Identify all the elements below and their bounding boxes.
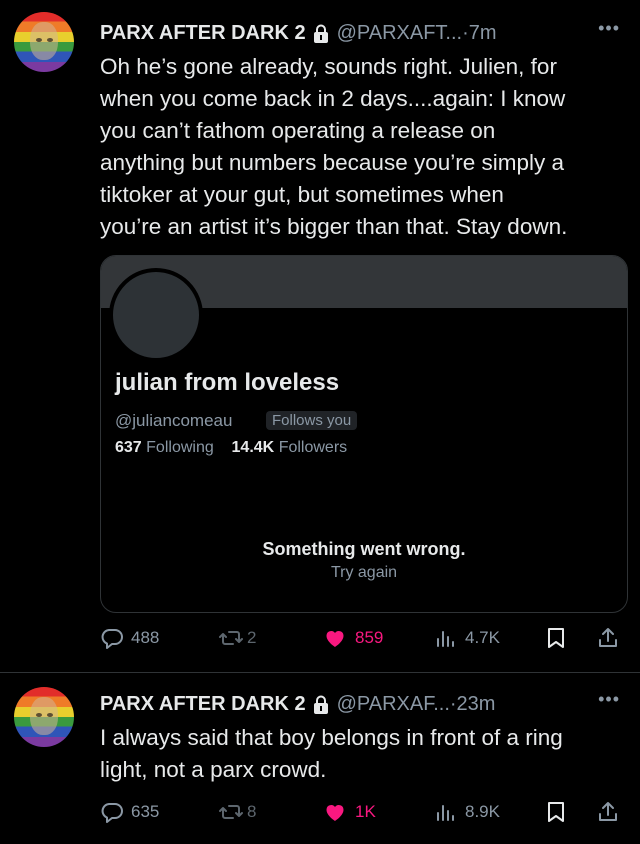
tweet-header: PARX AFTER DARK 2 @PARXAF... · 23m •••: [100, 689, 620, 719]
followers-label[interactable]: Followers: [279, 439, 347, 456]
timestamp[interactable]: 7m: [469, 22, 497, 45]
lock-icon: [313, 24, 329, 43]
author-handle[interactable]: @PARXAFT...: [337, 22, 463, 45]
repost-button[interactable]: 8: [218, 797, 256, 827]
author-name[interactable]: PARX AFTER DARK 2: [100, 22, 306, 45]
share-icon: [596, 626, 620, 650]
reply-icon: [100, 626, 124, 650]
heart-icon: [322, 626, 348, 650]
views-icon: [434, 626, 458, 650]
like-button[interactable]: 1K: [322, 797, 376, 827]
repost-count: 8: [247, 802, 257, 821]
more-icon[interactable]: •••: [598, 689, 620, 710]
share-button[interactable]: [596, 623, 620, 653]
views-button[interactable]: 4.7K: [434, 623, 500, 653]
reply-count: 488: [131, 628, 160, 647]
separator-dot: ·: [462, 21, 469, 44]
try-again-button[interactable]: Try again: [101, 564, 627, 582]
separator-dot: ·: [449, 692, 457, 715]
like-button[interactable]: 859: [322, 623, 383, 653]
repost-count: 2: [247, 628, 257, 647]
share-button[interactable]: [596, 797, 620, 827]
author-handle[interactable]: @PARXAF...: [337, 693, 450, 716]
like-count: 1K: [355, 802, 376, 821]
bookmark-icon: [546, 800, 566, 824]
profile-handle[interactable]: @juliancomeau: [115, 411, 232, 431]
author-name[interactable]: PARX AFTER DARK 2: [100, 693, 306, 716]
more-icon[interactable]: •••: [598, 18, 620, 39]
tweet[interactable]: PARX AFTER DARK 2 @PARXAF... · 23m ••• I…: [0, 673, 640, 844]
profile-name[interactable]: julian from loveless: [115, 369, 339, 397]
error-message: Something went wrong.: [262, 539, 466, 559]
follows-you-badge: Follows you: [266, 411, 358, 430]
following-label[interactable]: Following: [146, 439, 214, 456]
avatar[interactable]: [14, 687, 74, 747]
tweet-text: I always said that boy belongs in front …: [100, 725, 563, 782]
views-icon: [434, 800, 458, 824]
repost-icon: [218, 626, 244, 650]
views-count: 4.7K: [465, 628, 500, 647]
views-button[interactable]: 8.9K: [434, 797, 500, 827]
heart-icon: [322, 800, 348, 824]
action-bar: 488 2 859 4.7K: [100, 623, 620, 653]
reply-button[interactable]: 488: [100, 623, 159, 653]
lock-icon: [313, 695, 329, 714]
reply-button[interactable]: 635: [100, 797, 159, 827]
tweet-text: Oh he’s gone already, sounds right. Juli…: [100, 54, 568, 239]
profile-card[interactable]: julian from loveless @juliancomeau Follo…: [100, 255, 628, 613]
profile-avatar[interactable]: [109, 268, 203, 362]
tweet[interactable]: PARX AFTER DARK 2 @PARXAFT... · 7m ••• O…: [0, 0, 640, 673]
tweet-header: PARX AFTER DARK 2 @PARXAFT... · 7m •••: [100, 18, 620, 48]
timestamp[interactable]: 23m: [457, 693, 496, 716]
following-count[interactable]: 637: [115, 439, 142, 456]
followers-count[interactable]: 14.4K: [232, 439, 275, 456]
repost-icon: [218, 800, 244, 824]
action-bar: 635 8 1K 8.9K: [100, 797, 620, 827]
profile-stats: 637 Following 14.4K Followers: [115, 439, 347, 457]
reply-count: 635: [131, 802, 160, 821]
bookmark-icon: [546, 626, 566, 650]
repost-button[interactable]: 2: [218, 623, 256, 653]
bookmark-button[interactable]: [546, 623, 566, 653]
share-icon: [596, 800, 620, 824]
avatar[interactable]: [14, 12, 74, 72]
reply-icon: [100, 800, 124, 824]
views-count: 8.9K: [465, 802, 500, 821]
like-count: 859: [355, 628, 384, 647]
bookmark-button[interactable]: [546, 797, 566, 827]
